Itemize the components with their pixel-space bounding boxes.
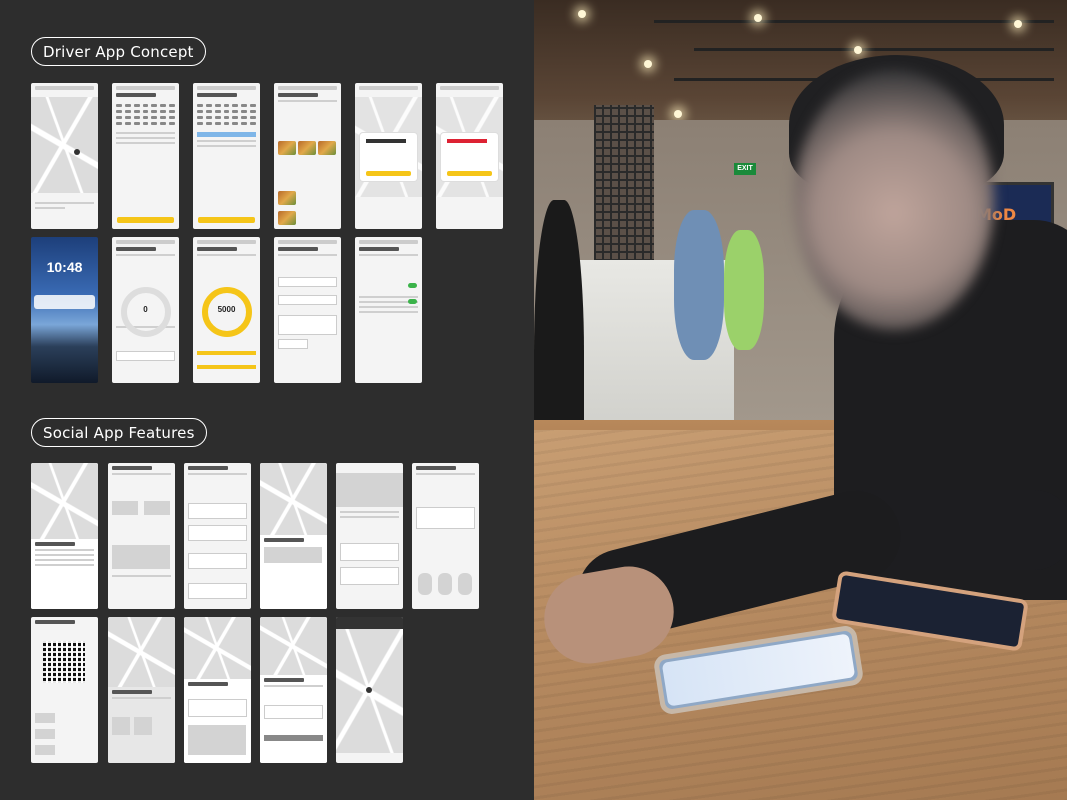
driver-section-title: Driver App Concept bbox=[31, 37, 206, 66]
membership-screen bbox=[31, 617, 98, 763]
driving-alert-modal-screen bbox=[436, 83, 503, 229]
steps-count: 0 bbox=[143, 305, 148, 314]
meditation-modal-screen bbox=[355, 83, 422, 229]
exit-sign: EXIT bbox=[734, 163, 756, 175]
meditation-reminders-screen bbox=[274, 237, 341, 383]
female-kakis-screen bbox=[336, 463, 403, 609]
events-screen bbox=[184, 463, 251, 609]
lock-screen: 10:48 bbox=[31, 237, 98, 383]
goals-map-screen bbox=[108, 617, 175, 763]
book-appointment-screen bbox=[112, 83, 179, 229]
xyz-stall-screen bbox=[184, 617, 251, 763]
cafe-photo: EXIT MoD bbox=[534, 0, 1067, 800]
steps-empty-screen: 0 bbox=[112, 237, 179, 383]
toggle-switch[interactable] bbox=[408, 299, 417, 304]
steps-goal-screen: 5000 bbox=[193, 237, 260, 383]
qr-code-icon bbox=[43, 641, 85, 683]
navigation-map-screen bbox=[336, 617, 403, 763]
social-section-title: Social App Features bbox=[31, 418, 207, 447]
parking-screen bbox=[31, 463, 98, 609]
presentation-board: Driver App Concept 10:48 0 5000 Social A… bbox=[0, 0, 1067, 800]
lock-time: 10:48 bbox=[46, 259, 83, 275]
health-safety-reminders-screen bbox=[355, 237, 422, 383]
challenges-screen bbox=[412, 463, 479, 609]
blurred-face bbox=[794, 70, 994, 330]
healthy-eats-screen bbox=[274, 83, 341, 229]
food-map-screen bbox=[260, 463, 327, 609]
mockup-panel: Driver App Concept 10:48 0 5000 Social A… bbox=[0, 0, 534, 800]
hello-screen bbox=[108, 463, 175, 609]
steps-goal: 5000 bbox=[217, 305, 236, 314]
driver-map-screen bbox=[31, 83, 98, 229]
toggle-switch[interactable] bbox=[408, 283, 417, 288]
sports-hall-screen bbox=[260, 617, 327, 763]
book-appointment-selected-screen bbox=[193, 83, 260, 229]
